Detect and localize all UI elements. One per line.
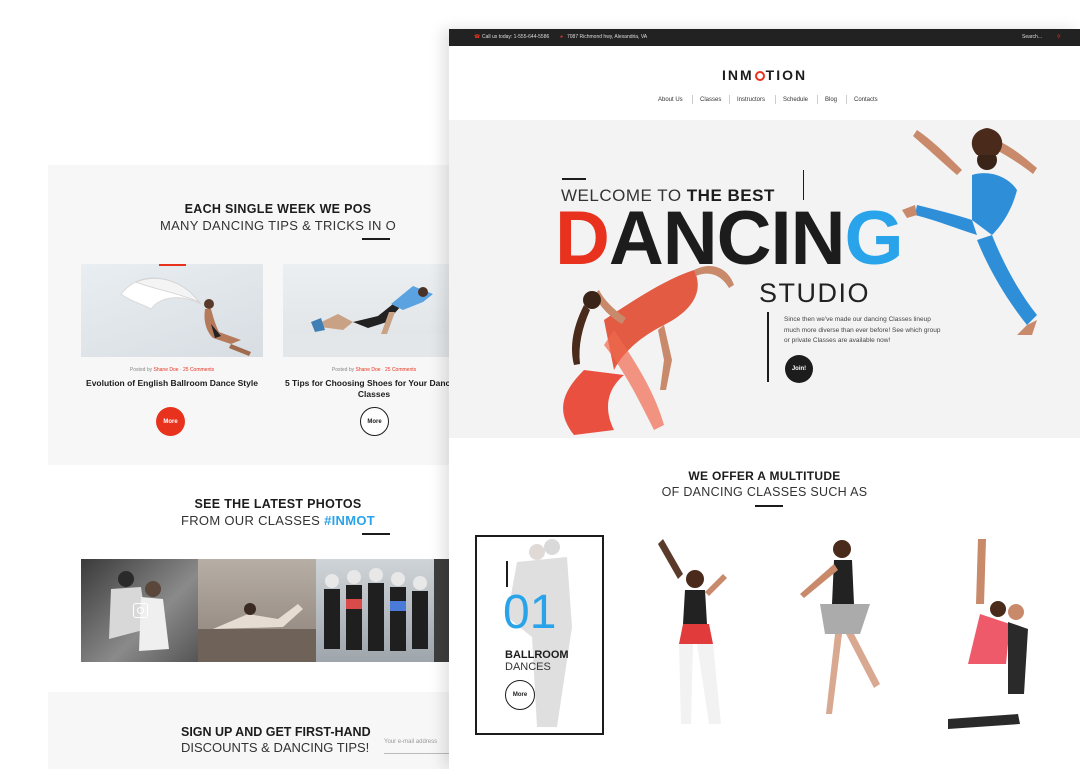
instagram-icon[interactable] (133, 603, 148, 618)
hero-text-line (767, 312, 769, 382)
nav-separator (775, 95, 776, 104)
nav-instructors[interactable]: Instructors (737, 97, 765, 103)
post-author-link[interactable]: Shane Doe (356, 367, 381, 373)
nav-blog[interactable]: Blog (825, 97, 837, 103)
blog-post-card[interactable]: Posted by Shane Doe · 25 Comments Evolut… (81, 264, 263, 389)
offer-section-title: WE OFFER A MULTITUDE OF DANCING CLASSES … (449, 469, 1080, 499)
photos-title-prefix: FROM OUR CLASSES (181, 513, 321, 528)
post-title[interactable]: Evolution of English Ballroom Dance Styl… (81, 378, 263, 389)
photos-section-title: SEE THE LATEST PHOTOS FROM OUR CLASSES #… (48, 497, 508, 528)
hero-section: WELCOME TO THE BEST DANCING STUDIO Since… (449, 120, 1080, 438)
post-author-link[interactable]: Shane Doe (154, 367, 179, 373)
featured-class-card[interactable]: 01 BALLROOM DANCES More (475, 535, 604, 735)
photos-title-line1: SEE THE LATEST PHOTOS (194, 497, 362, 511)
class-dancer-image[interactable] (643, 534, 753, 744)
post-comments-link[interactable]: 25 Comments (385, 367, 416, 373)
post-meta-prefix: Posted by (331, 367, 355, 373)
class-name-line2: DANCES (505, 661, 551, 673)
email-input[interactable]: Your e-mail address (384, 737, 454, 754)
nav-schedule[interactable]: Schedule (783, 97, 808, 103)
class-name-line1: BALLROOM (505, 649, 569, 661)
red-dancer-illustration (563, 265, 734, 435)
photo-tile[interactable] (81, 559, 198, 662)
signup-title-line1: SIGN UP AND GET FIRST-HAND (181, 725, 371, 739)
post-comments-link[interactable]: 25 Comments (183, 367, 214, 373)
class-dancer-image[interactable] (928, 534, 1038, 744)
blog-post-card[interactable]: Posted by Shane Doe · 25 Comments 5 Tips… (283, 264, 465, 400)
tips-title-line1: EACH SINGLE WEEK WE POS (184, 202, 372, 216)
nav-separator (846, 95, 847, 104)
floor-dancer-illustration (283, 286, 465, 357)
signup-title: SIGN UP AND GET FIRST-HAND DISCOUNTS & D… (181, 725, 381, 755)
top-bar: ☎ Call us today: 1-555-644-5586 ● 7087 R… (449, 29, 1080, 46)
blue-dancer-illustration (902, 128, 1037, 335)
location-pin-icon: ● (560, 34, 564, 40)
class-more-button[interactable]: More (505, 680, 535, 710)
post-image[interactable] (283, 264, 465, 357)
phone-text: Call us today: 1-555-644-5586 (482, 34, 550, 40)
logo-text-left: IN (722, 67, 740, 83)
front-page-preview: ☎ Call us today: 1-555-644-5586 ● 7087 R… (449, 29, 1080, 769)
address-text: 7087 Richmond hwy, Alexandria, VA (567, 34, 648, 40)
group-photo-illustration (324, 568, 428, 651)
post-meta: Posted by Shane Doe · 25 Comments (331, 367, 417, 373)
join-button[interactable]: Join! (785, 355, 813, 383)
hero-dash (562, 178, 586, 180)
photos-hashtag: #INMOT (324, 513, 375, 528)
site-logo[interactable]: INM TION (722, 67, 807, 83)
post-title[interactable]: 5 Tips for Choosing Shoes for Your Danci… (283, 378, 465, 400)
winged-dancer-illustration (120, 277, 251, 356)
offer-title-line2: OF DANCING CLASSES SUCH AS (661, 485, 868, 499)
post-more-button[interactable]: More (156, 407, 185, 436)
photos-divider (362, 533, 390, 535)
logo-o-icon (754, 71, 765, 81)
card-accent-line (506, 561, 508, 587)
offer-title-line1: WE OFFER A MULTITUDE (688, 469, 841, 483)
hero-description: Since then we've made our dancing Classe… (784, 316, 941, 344)
nav-separator (817, 95, 818, 104)
offer-divider (755, 505, 783, 507)
tips-divider (362, 238, 390, 240)
class-dancer-image[interactable] (780, 534, 900, 744)
nav-separator (729, 95, 730, 104)
photos-title-line2: FROM OUR CLASSES #INMOT (48, 513, 508, 528)
nav-about-us[interactable]: About Us (658, 97, 683, 103)
post-meta-prefix: Posted by (129, 367, 153, 373)
post-image[interactable] (81, 264, 263, 357)
post-more-button[interactable]: More (360, 407, 389, 436)
hero-studio: STUDIO (759, 278, 871, 308)
post-meta: Posted by Shane Doe · 25 Comments (129, 367, 215, 373)
nav-contacts[interactable]: Contacts (854, 97, 878, 103)
back-page-preview: EACH SINGLE WEEK WE POS MANY DANCING TIP… (48, 0, 468, 769)
nav-separator (692, 95, 693, 104)
phone-icon: ☎ (474, 34, 481, 40)
logo-text-middle: M (740, 67, 754, 83)
signup-title-line2: DISCOUNTS & DANCING TIPS! (181, 740, 370, 755)
tips-section-title: EACH SINGLE WEEK WE POS MANY DANCING TIP… (48, 202, 508, 233)
search-icon[interactable]: ⚲ (1057, 34, 1061, 40)
logo-text-right: TION (765, 67, 808, 83)
search-input[interactable]: Search... (1022, 34, 1042, 40)
floor-pose-photo-illustration (198, 603, 316, 662)
tips-title-line2: MANY DANCING TIPS & TRICKS IN O (159, 218, 397, 233)
instagram-photo-strip (81, 559, 451, 662)
photo-tile[interactable] (198, 559, 316, 662)
photo-tile[interactable] (316, 559, 434, 662)
class-number: 01 (503, 586, 557, 639)
nav-classes[interactable]: Classes (700, 97, 721, 103)
